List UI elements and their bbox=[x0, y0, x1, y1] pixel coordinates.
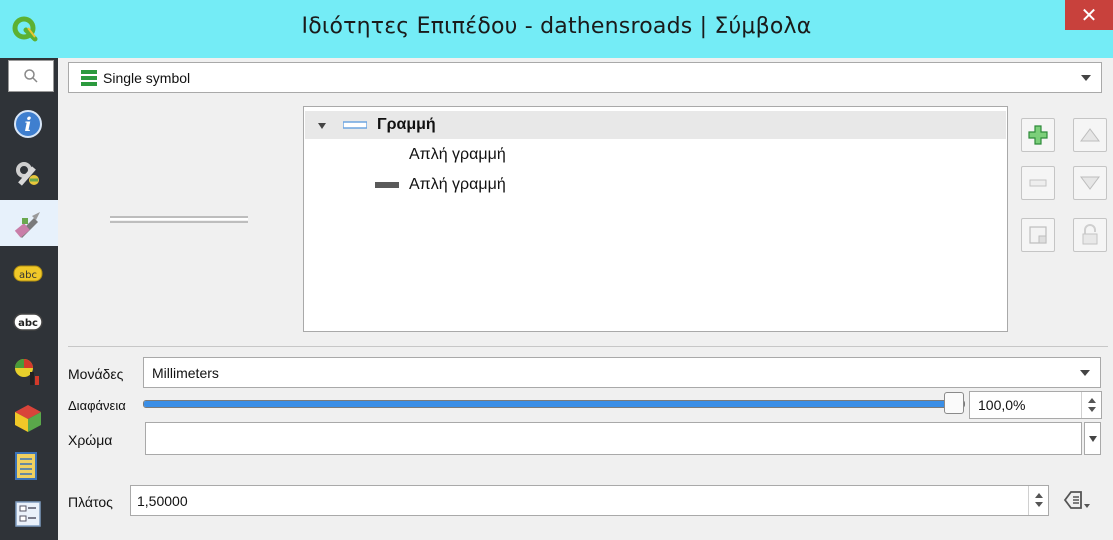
remove-symbol-layer-button[interactable] bbox=[1021, 166, 1055, 200]
color-label: Χρώμα bbox=[68, 432, 113, 448]
fields-icon bbox=[15, 452, 37, 480]
chevron-down-icon bbox=[1089, 436, 1097, 442]
color-button[interactable] bbox=[145, 422, 1082, 455]
line-symbol-swatch bbox=[343, 121, 367, 129]
units-label: Μονάδες bbox=[68, 366, 124, 382]
title-bar: Ιδιότητες Επιπέδου - dathensroads | Σύμβ… bbox=[0, 0, 1113, 58]
diagrams-icon bbox=[15, 359, 39, 385]
sidebar-item-information[interactable]: i bbox=[0, 100, 58, 146]
add-symbol-layer-button[interactable] bbox=[1021, 118, 1055, 152]
single-symbol-icon bbox=[81, 70, 97, 86]
data-defined-override-button[interactable] bbox=[1058, 484, 1098, 516]
window-title: Ιδιότητες Επιπέδου - dathensroads | Σύμβ… bbox=[301, 14, 812, 39]
sidebar-search-input[interactable] bbox=[8, 60, 54, 92]
tree-row-symbol-root[interactable]: Γραμμή bbox=[305, 111, 1006, 139]
svg-text:i: i bbox=[24, 114, 31, 136]
duplicate-layer-button[interactable] bbox=[1021, 218, 1055, 252]
masks-icon: abc bbox=[13, 313, 43, 331]
sidebar-item-attributes-form[interactable] bbox=[0, 490, 58, 536]
sidebar: i abc abc bbox=[0, 58, 58, 540]
close-button[interactable]: ✕ bbox=[1065, 0, 1113, 30]
attributes-form-icon bbox=[15, 501, 41, 527]
renderer-type-value: Single symbol bbox=[103, 70, 191, 86]
width-spin-buttons[interactable] bbox=[1028, 486, 1048, 515]
units-value: Millimeters bbox=[152, 365, 219, 381]
sidebar-item-masks[interactable]: abc bbox=[0, 298, 58, 344]
chevron-down-icon bbox=[1081, 74, 1091, 81]
svg-text:abc: abc bbox=[18, 318, 38, 329]
width-value: 1,50000 bbox=[137, 493, 188, 509]
opacity-label: Διαφάνεια bbox=[68, 398, 126, 413]
duplicate-icon bbox=[1029, 226, 1047, 244]
labels-icon: abc bbox=[13, 265, 43, 282]
svg-text:abc: abc bbox=[19, 270, 37, 281]
opacity-slider-handle[interactable] bbox=[944, 392, 964, 414]
sidebar-item-source[interactable] bbox=[0, 150, 58, 196]
source-settings-icon bbox=[16, 162, 39, 186]
tree-row-symbol-layer[interactable]: Απλή γραμμή bbox=[305, 141, 1006, 169]
symbol-layer-tree: Γραμμή Απλή γραμμή Απλή γραμμή bbox=[303, 106, 1008, 332]
units-combo[interactable]: Millimeters bbox=[143, 357, 1101, 388]
sidebar-item-fields[interactable] bbox=[0, 442, 58, 488]
renderer-type-combo[interactable]: Single symbol bbox=[68, 62, 1102, 93]
opacity-slider-fill bbox=[144, 401, 964, 407]
tree-row-symbol-layer[interactable]: Απλή γραμμή bbox=[305, 171, 1006, 199]
section-divider bbox=[68, 346, 1108, 347]
arrow-up-icon bbox=[1080, 128, 1100, 142]
expand-arrow-icon[interactable] bbox=[317, 121, 327, 131]
data-defined-icon bbox=[1063, 491, 1090, 509]
tree-layer-label: Απλή γραμμή bbox=[409, 176, 506, 193]
symbology-brush-icon bbox=[14, 212, 40, 238]
arrow-down-icon bbox=[1080, 176, 1100, 190]
chevron-down-icon bbox=[1080, 369, 1090, 376]
width-label: Πλάτος bbox=[68, 494, 113, 510]
remove-icon bbox=[1029, 179, 1047, 187]
lock-layer-button[interactable] bbox=[1073, 218, 1107, 252]
sidebar-item-labels[interactable]: abc bbox=[0, 250, 58, 296]
opacity-spin-buttons[interactable] bbox=[1081, 392, 1101, 418]
search-icon bbox=[24, 69, 38, 83]
3d-view-icon bbox=[15, 405, 41, 432]
spin-up-down-icon bbox=[1088, 398, 1096, 412]
lock-icon bbox=[1082, 224, 1098, 245]
move-down-button[interactable] bbox=[1073, 166, 1107, 200]
width-spinbox[interactable]: 1,50000 bbox=[130, 485, 1049, 516]
spin-up-down-icon bbox=[1035, 493, 1043, 507]
opacity-spinbox[interactable]: 100,0% bbox=[969, 391, 1102, 419]
info-icon: i bbox=[14, 110, 42, 138]
sidebar-item-3d-view[interactable] bbox=[0, 394, 58, 440]
tree-layer-label: Απλή γραμμή bbox=[409, 146, 506, 163]
sidebar-item-diagrams[interactable] bbox=[0, 348, 58, 394]
move-up-button[interactable] bbox=[1073, 118, 1107, 152]
add-icon bbox=[1028, 125, 1048, 145]
opacity-slider[interactable] bbox=[143, 400, 965, 408]
tree-root-label: Γραμμή bbox=[377, 116, 436, 133]
line-layer-swatch bbox=[375, 152, 399, 158]
symbol-preview bbox=[110, 216, 248, 223]
line-layer-swatch bbox=[375, 182, 399, 188]
opacity-value: 100,0% bbox=[978, 397, 1026, 413]
sidebar-item-symbology[interactable] bbox=[0, 200, 58, 246]
color-menu-button[interactable] bbox=[1084, 422, 1101, 455]
